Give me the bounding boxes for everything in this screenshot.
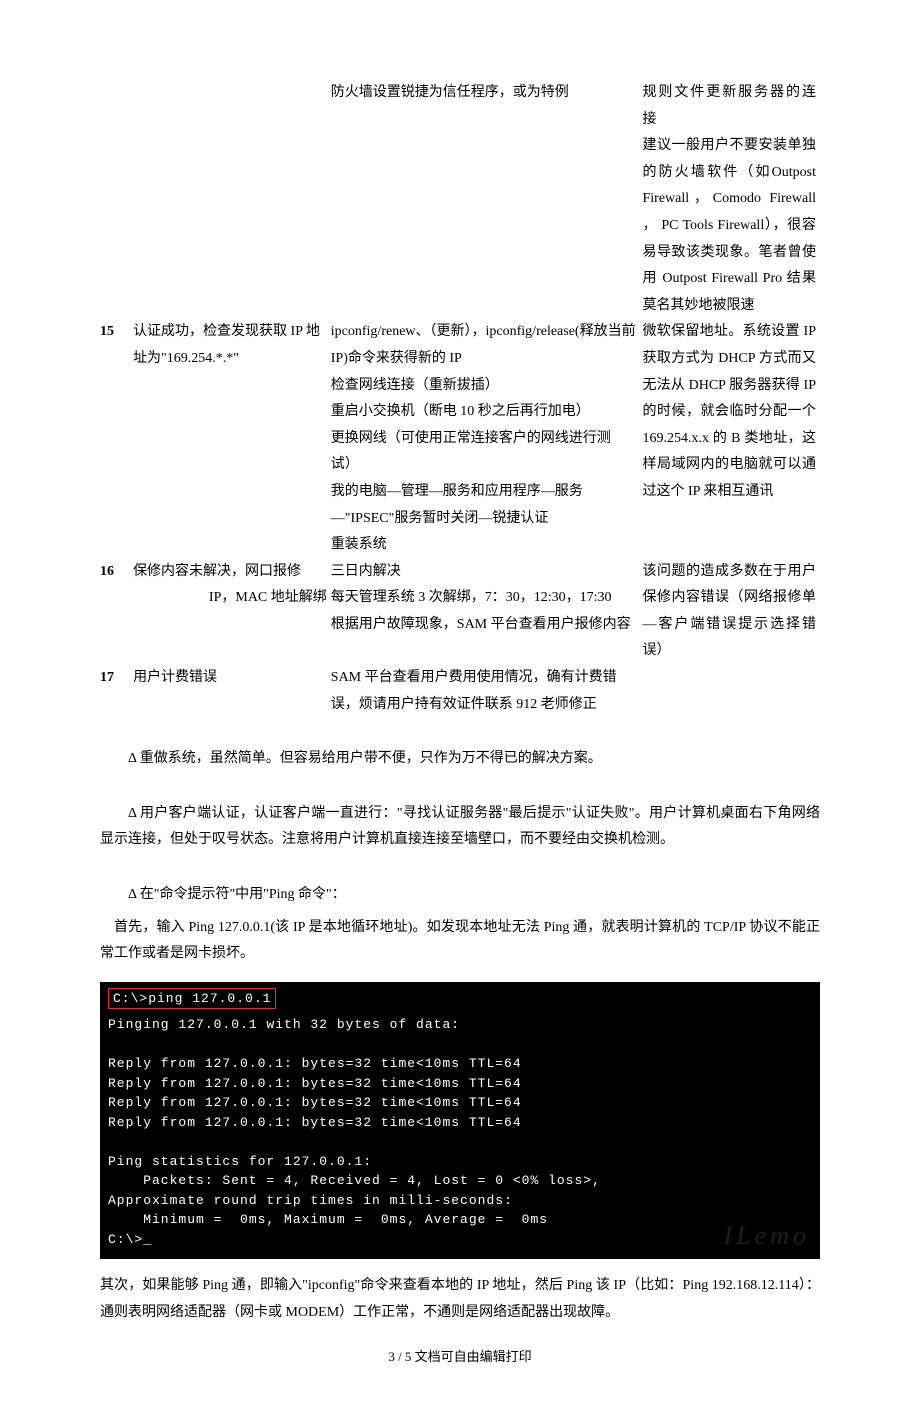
watermark-text: ILemo (724, 1216, 810, 1255)
note-heading: Δ 在"命令提示符"中用"Ping 命令"： (100, 882, 820, 909)
note-block: Δ 用户客户端认证，认证客户端一直进行："寻找认证服务器"最后提示"认证失败"。… (100, 801, 820, 854)
page-footer: 3 / 5 文档可自由编辑打印 (100, 1345, 820, 1370)
cell-note: 该问题的造成多数在于用户保修内容错误（网络报修单—客户端错误提示选择错误） (642, 559, 820, 665)
terminal-command: C:\>ping 127.0.0.1 (108, 988, 276, 1010)
note-paragraph: Δ 用户客户端认证，认证客户端一直进行："寻找认证服务器"最后提示"认证失败"。… (100, 801, 820, 854)
cell-number: 16 (100, 559, 133, 665)
cell-issue: 保修内容未解决，网口报修 IP，MAC 地址解绑 (133, 559, 331, 665)
cell-number: 15 (100, 319, 133, 558)
terminal-line: Pinging 127.0.0.1 with 32 bytes of data: (108, 1017, 460, 1032)
table-row: 15 认证成功，检查发现获取 IP 地址为"169.254.*.*" ipcon… (100, 319, 820, 558)
terminal-line: Ping statistics for 127.0.0.1: (108, 1154, 372, 1169)
troubleshoot-table: 防火墙设置锐捷为信任程序，或为特例 规则文件更新服务器的连 接 建议一般用户不要… (100, 80, 820, 718)
cell-number: 17 (100, 665, 133, 718)
terminal-line: Minimum = 0ms, Maximum = 0ms, Average = … (108, 1212, 548, 1227)
document-page: 防火墙设置锐捷为信任程序，或为特例 规则文件更新服务器的连 接 建议一般用户不要… (50, 0, 870, 1409)
cell-issue: 用户计费错误 (133, 665, 331, 718)
terminal-line: Reply from 127.0.0.1: bytes=32 time<10ms… (108, 1076, 522, 1091)
terminal-line: Approximate round trip times in milli-se… (108, 1193, 513, 1208)
cell-solution: SAM 平台查看用户费用使用情况，确有计费错误，烦请用户持有效证件联系 912 … (331, 665, 643, 718)
cell-solution: 防火墙设置锐捷为信任程序，或为特例 (331, 80, 643, 319)
terminal-line: Reply from 127.0.0.1: bytes=32 time<10ms… (108, 1056, 522, 1071)
note-block: Δ 重做系统，虽然简单。但容易给用户带不便，只作为万不得已的解决方案。 (100, 746, 820, 773)
table-row: 17 用户计费错误 SAM 平台查看用户费用使用情况，确有计费错误，烦请用户持有… (100, 665, 820, 718)
cell-note: 规则文件更新服务器的连 接 建议一般用户不要安装单独的防火墙软件（如Outpos… (642, 80, 820, 319)
terminal-line: Reply from 127.0.0.1: bytes=32 time<10ms… (108, 1115, 522, 1130)
note-paragraph: 其次，如果能够 Ping 通，即输入"ipconfig"命令来查看本地的 IP … (100, 1273, 820, 1326)
note-paragraph: Δ 重做系统，虽然简单。但容易给用户带不便，只作为万不得已的解决方案。 (100, 746, 820, 773)
terminal-line: Reply from 127.0.0.1: bytes=32 time<10ms… (108, 1095, 522, 1110)
table-row: 防火墙设置锐捷为信任程序，或为特例 规则文件更新服务器的连 接 建议一般用户不要… (100, 80, 820, 319)
terminal-prompt: C:\>_ (108, 1232, 152, 1247)
note-block: Δ 在"命令提示符"中用"Ping 命令"： 首先，输入 Ping 127.0.… (100, 882, 820, 968)
cell-solution: 三日内解决 每天管理系统 3 次解绑，7：30，12:30，17:30 根据用户… (331, 559, 643, 665)
note-paragraph: 首先，输入 Ping 127.0.0.1(该 IP 是本地循环地址)。如发现本地… (100, 915, 820, 968)
cell-note (642, 665, 820, 718)
cell-solution: ipconfig/renew、（更新），ipconfig/release(释放当… (331, 319, 643, 558)
terminal-screenshot: C:\>ping 127.0.0.1 Pinging 127.0.0.1 wit… (100, 982, 820, 1260)
terminal-line: Packets: Sent = 4, Received = 4, Lost = … (108, 1173, 601, 1188)
table-row: 16 保修内容未解决，网口报修 IP，MAC 地址解绑 三日内解决 每天管理系统… (100, 559, 820, 665)
cell-note: 微软保留地址。系统设置 IP 获取方式为 DHCP 方式而又无法从 DHCP 服… (642, 319, 820, 558)
cell-issue: 认证成功，检查发现获取 IP 地址为"169.254.*.*" (133, 319, 331, 558)
